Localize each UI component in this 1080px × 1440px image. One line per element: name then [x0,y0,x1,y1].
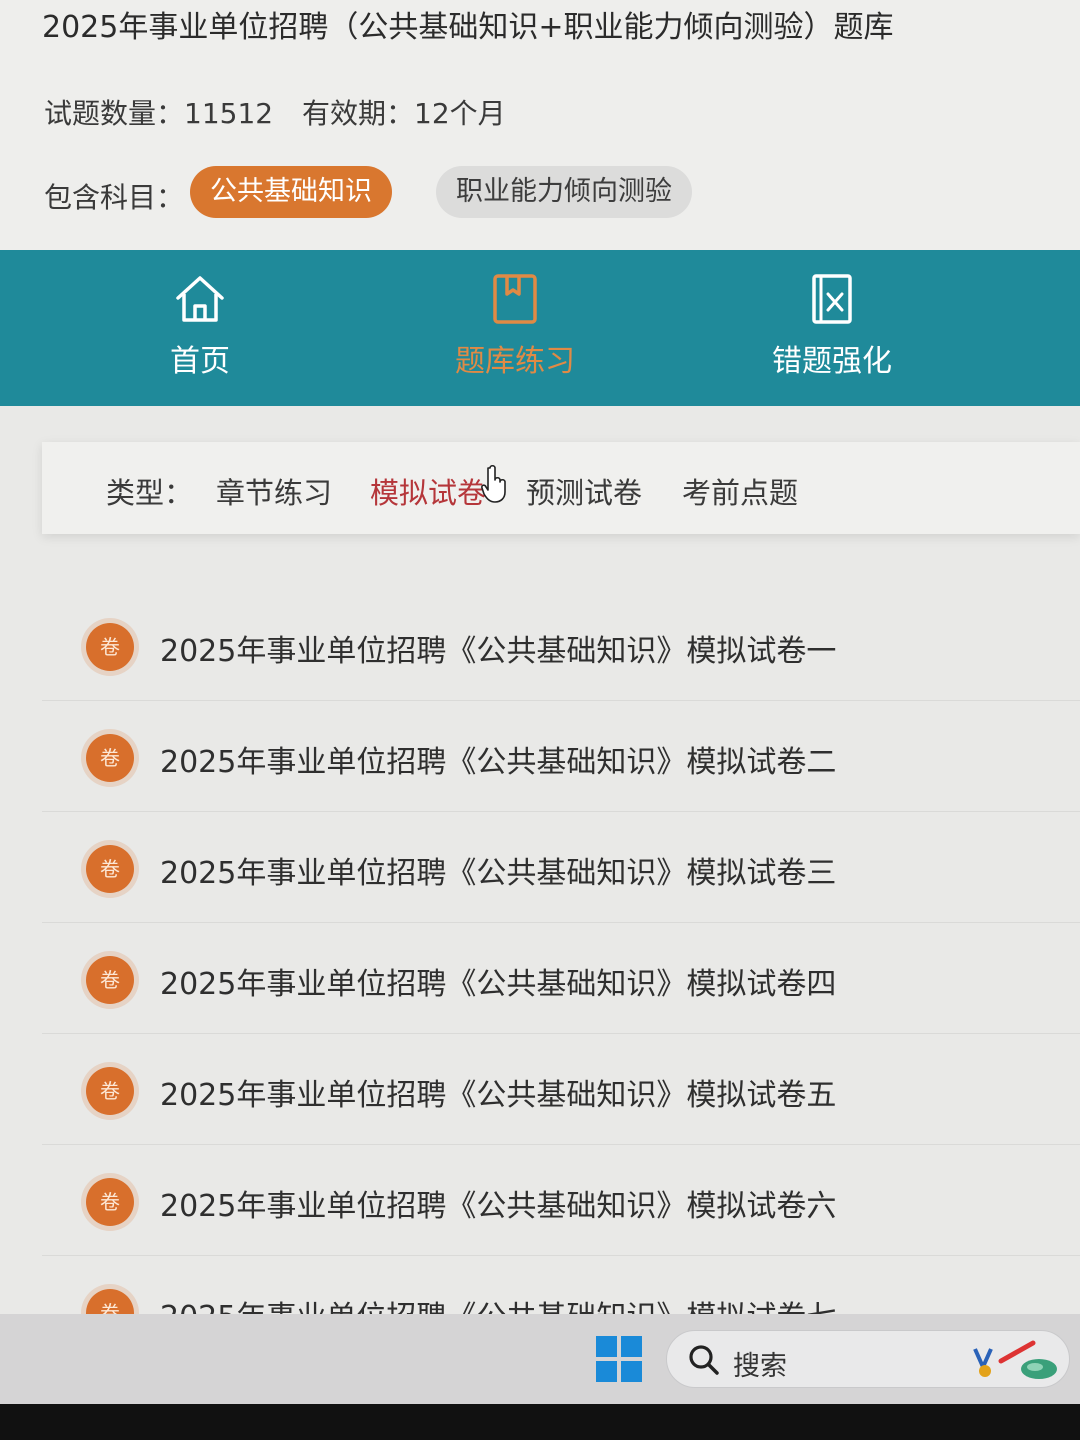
list-item[interactable]: 卷 2025年事业单位招聘《公共基础知识》模拟试卷四 [42,923,1080,1034]
list-item-title: 2025年事业单位招聘《公共基础知识》模拟试卷四 [160,967,837,1002]
subject-chip-public-knowledge[interactable]: 公共基础知识 [190,166,392,218]
search-icon [689,1345,719,1375]
filter-chapter-practice[interactable]: 章节练习 [216,470,332,512]
question-count: 试题数量：11512 [44,97,274,130]
list-item[interactable]: 卷 2025年事业单位招聘《公共基础知识》模拟试卷二 [42,701,1080,812]
type-filter-label: 类型： [106,476,194,510]
filter-mock-exam[interactable]: 模拟试卷 [370,470,486,512]
taskbar-search-box[interactable]: 搜索 [666,1330,1070,1388]
list-item-title: 2025年事业单位招聘《公共基础知识》模拟试卷一 [160,634,837,669]
mock-exam-list: 卷 2025年事业单位招聘《公共基础知识》模拟试卷一 卷 2025年事业单位招聘… [42,590,1080,1314]
book-icon [493,274,537,324]
validity-period: 有效期：12个月 [302,97,506,130]
nav-question-bank-label: 题库练习 [455,344,575,379]
list-item[interactable]: 卷 2025年事业单位招聘《公共基础知识》模拟试卷七 [42,1256,1080,1314]
wrong-questions-icon [812,274,852,324]
list-item-title: 2025年事业单位招聘《公共基础知识》模拟试卷七 [160,1292,836,1314]
list-item[interactable]: 卷 2025年事业单位招聘《公共基础知识》模拟试卷一 [42,590,1080,701]
list-item[interactable]: 卷 2025年事业单位招聘《公共基础知识》模拟试卷六 [42,1145,1080,1256]
list-item-title: 2025年事业单位招聘《公共基础知识》模拟试卷五 [160,1078,837,1113]
filter-predicted-exam[interactable]: 预测试卷 [526,470,642,512]
list-item-title: 2025年事业单位招聘《公共基础知识》模拟试卷六 [160,1189,837,1224]
list-item[interactable]: 卷 2025年事业单位招聘《公共基础知识》模拟试卷三 [42,812,1080,923]
hand-cursor-icon [481,464,506,503]
filter-pre-exam-tips[interactable]: 考前点题 [682,470,798,512]
home-icon [176,276,224,322]
subject-chip-aptitude-test[interactable]: 职业能力倾向测验 [436,166,692,218]
main-nav: 首页 题库练习 错题强化 [0,250,1080,406]
nav-home[interactable]: 首页 [70,250,330,406]
nav-wrong-questions[interactable]: 错题强化 [702,250,962,406]
paper-badge-icon: 卷 [86,845,134,893]
paper-badge-icon: 卷 [86,734,134,782]
nav-question-bank[interactable]: 题库练习 [385,250,645,406]
subjects-label: 包含科目： [44,181,185,214]
screen-bezel [0,1404,1080,1440]
list-item-title: 2025年事业单位招聘《公共基础知识》模拟试卷三 [160,856,837,891]
paper-badge-icon: 卷 [86,1289,134,1314]
paper-badge-icon: 卷 [86,1178,134,1226]
nav-home-label: 首页 [170,344,230,379]
page-title: 2025年事业单位招聘（公共基础知识+职业能力倾向测验）题库 [42,10,894,45]
windows-start-icon[interactable] [596,1336,642,1382]
paper-badge-icon: 卷 [86,956,134,1004]
type-filter-bar: 类型： 章节练习 模拟试卷 预测试卷 考前点题 [42,442,1080,534]
search-highlight-icon [973,1340,1057,1379]
paper-badge-icon: 卷 [86,623,134,671]
course-header: 2025年事业单位招聘（公共基础知识+职业能力倾向测验）题库 试题数量：1151… [0,0,1080,250]
list-item-title: 2025年事业单位招聘《公共基础知识》模拟试卷二 [160,745,837,780]
windows-taskbar: 搜索 [0,1314,1080,1404]
list-item[interactable]: 卷 2025年事业单位招聘《公共基础知识》模拟试卷五 [42,1034,1080,1145]
search-placeholder: 搜索 [733,1351,787,1382]
paper-badge-icon: 卷 [86,1067,134,1115]
nav-wrong-questions-label: 错题强化 [772,344,892,379]
